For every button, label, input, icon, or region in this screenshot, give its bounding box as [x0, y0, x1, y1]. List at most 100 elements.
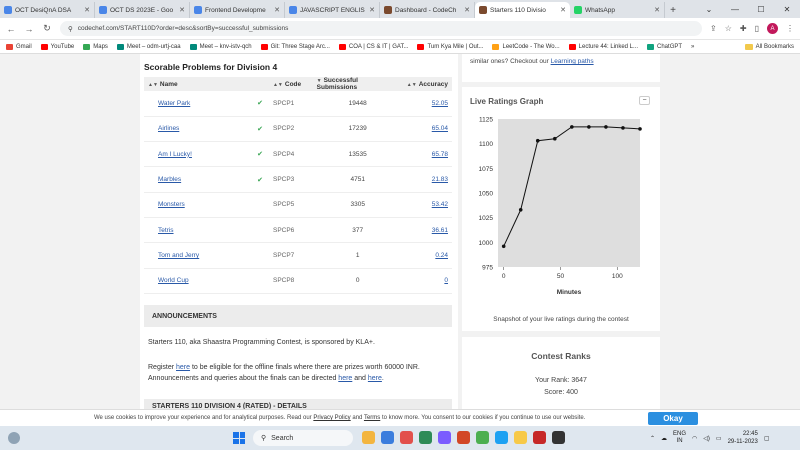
problem-link[interactable]: Airlines: [148, 125, 179, 132]
problem-link[interactable]: Tetris: [148, 227, 174, 234]
share-icon[interactable]: ⇪: [710, 24, 717, 33]
volume-icon[interactable]: ◁): [703, 435, 710, 442]
accuracy-link[interactable]: 0.24: [435, 252, 448, 259]
bookmark-label: Tum Kya Mile | Out...: [427, 43, 484, 50]
maximize-button[interactable]: ☐: [748, 5, 774, 14]
battery-icon[interactable]: ▭: [716, 435, 722, 442]
queries-link-1[interactable]: here: [338, 375, 352, 382]
clock[interactable]: 22:45 29-11-2023: [728, 430, 758, 446]
wifi-icon[interactable]: ◠: [692, 435, 697, 442]
accuracy-link[interactable]: 0: [444, 277, 448, 284]
taskbar-app-icon[interactable]: [362, 431, 375, 444]
cookie-okay-button[interactable]: Okay: [648, 412, 698, 425]
submissions-column-header[interactable]: ▼ Successful Submissions: [312, 77, 403, 91]
bookmark-item[interactable]: YouTube: [40, 43, 74, 50]
taskbar-app-icon[interactable]: [419, 431, 432, 444]
close-tab-icon[interactable]: ✕: [464, 6, 470, 14]
taskbar-app-icon[interactable]: [552, 431, 565, 444]
bookmark-item[interactable]: Git: Three Stage Arc...: [260, 43, 330, 50]
close-tab-icon[interactable]: ✕: [654, 6, 660, 14]
accuracy-column-header[interactable]: ▲▼ Accuracy: [402, 77, 452, 91]
bookmark-item[interactable]: COA | CS & IT | GAT...: [338, 43, 408, 50]
terms-link[interactable]: Terms: [364, 415, 380, 421]
bookmark-item[interactable]: ChatGPT: [647, 43, 682, 50]
new-tab-button[interactable]: +: [665, 2, 681, 18]
browser-tab[interactable]: Frontend Developme ✕: [190, 2, 285, 18]
cloud-icon[interactable]: ☁: [661, 435, 667, 442]
close-tab-icon[interactable]: ✕: [274, 6, 280, 14]
bookmark-star-icon[interactable]: ☆: [725, 24, 732, 33]
code-column-header[interactable]: ▲▼ Code: [268, 77, 313, 91]
browser-tab[interactable]: Dashboard - CodeCh ✕: [380, 2, 475, 18]
taskbar-app-icon[interactable]: [381, 431, 394, 444]
close-tab-icon[interactable]: ✕: [369, 6, 375, 14]
name-column-header[interactable]: ▲▼ Name: [144, 77, 252, 91]
browser-tab[interactable]: OCT DesiQnA DSA ✕: [0, 2, 95, 18]
widgets-icon[interactable]: [8, 432, 20, 444]
taskbar-app-icon[interactable]: [438, 431, 451, 444]
forward-button[interactable]: →: [24, 24, 34, 34]
start-button[interactable]: [233, 432, 245, 444]
problem-link[interactable]: Water Park: [148, 100, 190, 107]
address-bar[interactable]: ⚲ codechef.com/START110D?order=desc&sort…: [60, 21, 703, 36]
bookmark-item[interactable]: Lecture 44: Linked L...: [568, 43, 638, 50]
x-tick-label: 100: [612, 273, 623, 280]
taskbar-app-icon[interactable]: [400, 431, 413, 444]
bookmark-item[interactable]: Meet – odm-urtj-caa: [116, 43, 181, 50]
accuracy-link[interactable]: 21.83: [432, 176, 448, 183]
chevron-down-icon[interactable]: ⌄: [696, 5, 722, 14]
bookmark-favicon-icon: [647, 43, 655, 50]
profile-avatar[interactable]: A: [767, 23, 778, 34]
taskbar-app-icon[interactable]: [495, 431, 508, 444]
problem-link[interactable]: Tom and Jerry: [148, 252, 199, 259]
all-bookmarks-button[interactable]: All Bookmarks: [744, 43, 794, 50]
back-button[interactable]: ←: [6, 24, 16, 34]
menu-icon[interactable]: ⋮: [786, 24, 794, 33]
accuracy-link[interactable]: 52.05: [432, 100, 448, 107]
accuracy-link[interactable]: 65.04: [432, 125, 448, 132]
learning-paths-link[interactable]: Learning paths: [551, 58, 594, 65]
tray-chevron-icon[interactable]: ⌃: [650, 435, 655, 442]
browser-tab[interactable]: OCT DS 2023E - Goo ✕: [95, 2, 190, 18]
taskbar-app-icon[interactable]: [476, 431, 489, 444]
site-info-icon[interactable]: ⚲: [68, 25, 73, 33]
extensions-icon[interactable]: ✚: [740, 24, 747, 33]
accuracy-link[interactable]: 36.61: [432, 227, 448, 234]
close-window-button[interactable]: ✕: [774, 5, 800, 14]
accuracy-link[interactable]: 65.78: [432, 151, 448, 158]
problem-link[interactable]: Am I Lucky!: [148, 151, 192, 158]
privacy-policy-link[interactable]: Privacy Policy: [313, 415, 350, 421]
register-link[interactable]: here: [176, 364, 190, 371]
submissions-column-label: Successful Submissions: [316, 77, 358, 91]
collapse-button[interactable]: −: [639, 96, 650, 105]
more-bookmarks-button[interactable]: »: [691, 44, 694, 50]
close-tab-icon[interactable]: ✕: [179, 6, 185, 14]
bookmark-item[interactable]: Maps: [83, 43, 108, 50]
close-tab-icon[interactable]: ✕: [84, 6, 90, 14]
language-indicator[interactable]: ENG IN: [673, 431, 686, 445]
queries-link-2[interactable]: here: [368, 375, 382, 382]
bookmark-item[interactable]: Meet – knv-istv-qch: [189, 43, 252, 50]
taskbar-app-icon[interactable]: [457, 431, 470, 444]
browser-tab[interactable]: JAVASCRIPT ENGLIS ✕: [285, 2, 380, 18]
browser-tab[interactable]: WhatsApp ✕: [570, 2, 665, 18]
bookmark-item[interactable]: LeetCode - The Wo...: [492, 43, 560, 50]
bookmark-favicon-icon: [116, 43, 124, 50]
taskbar-app-icon[interactable]: [514, 431, 527, 444]
side-panel-icon[interactable]: ▯: [755, 24, 759, 33]
accuracy-link[interactable]: 53.42: [432, 201, 448, 208]
minimize-button[interactable]: —: [722, 5, 748, 14]
bookmark-item[interactable]: Gmail: [6, 43, 32, 50]
taskbar-search[interactable]: ⚲ Search: [253, 430, 353, 446]
bookmark-item[interactable]: Tum Kya Mile | Out...: [417, 43, 484, 50]
taskbar-app-icon[interactable]: [533, 431, 546, 444]
notifications-icon[interactable]: ▢: [764, 435, 770, 442]
problem-link[interactable]: Monsters: [148, 201, 185, 208]
reload-button[interactable]: ↻: [42, 23, 52, 34]
problem-link[interactable]: Marbles: [148, 176, 181, 183]
queries-period: .: [381, 375, 384, 382]
rating-point: [518, 207, 523, 212]
problem-link[interactable]: World Cup: [148, 277, 189, 284]
browser-tab[interactable]: Starters 110 Divisio ✕: [475, 2, 570, 18]
close-tab-icon[interactable]: ✕: [560, 6, 566, 14]
